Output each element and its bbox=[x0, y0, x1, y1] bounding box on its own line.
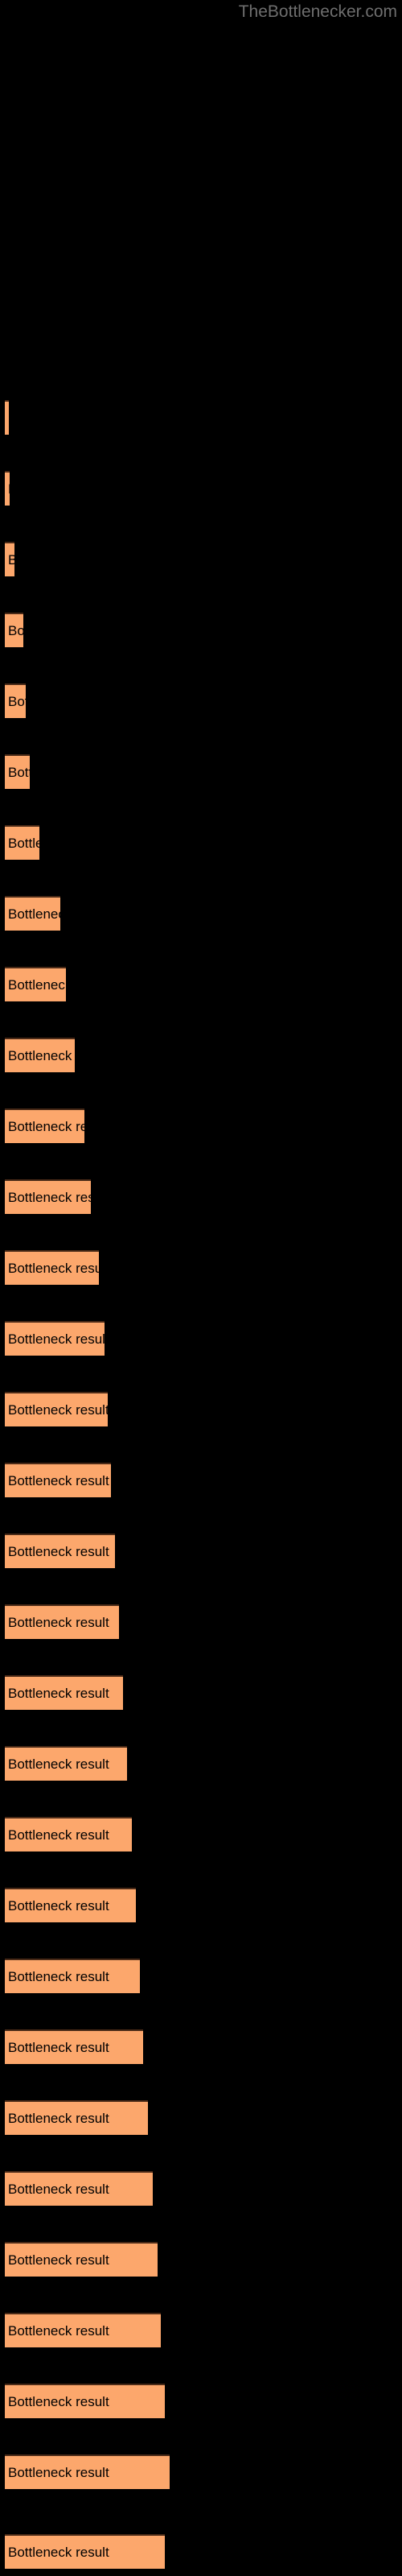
bar-row: Bottleneck result bbox=[0, 1604, 402, 1640]
bar-label: Bottleneck result bbox=[8, 1047, 75, 1063]
bar-label: Bottleneck result bbox=[8, 2393, 109, 2409]
bar[interactable]: Bottleneck result bbox=[5, 1392, 108, 1426]
bar[interactable]: Bottleneck result bbox=[5, 471, 10, 506]
bar-label: Bottleneck result bbox=[8, 1968, 109, 1984]
bar-label: Bottleneck result bbox=[8, 764, 30, 780]
bar[interactable]: Bottleneck result bbox=[5, 2384, 165, 2418]
bar-label: Bottleneck result bbox=[8, 481, 10, 497]
bar-label: Bottleneck result bbox=[8, 1472, 109, 1488]
bar[interactable]: Bottleneck result bbox=[5, 2029, 143, 2064]
bar-row: Bottleneck result bbox=[0, 2100, 402, 2136]
bar-row: Bottleneck result bbox=[0, 1888, 402, 1923]
bar-row: Bottleneck result bbox=[0, 1038, 402, 1073]
bar-row: Bottleneck result bbox=[0, 2454, 402, 2490]
bar-row: Bottleneck result bbox=[0, 1321, 402, 1356]
bar-label: Bottleneck result bbox=[8, 1685, 109, 1701]
bar-label: Bottleneck result bbox=[8, 411, 9, 427]
bar-row: Bottleneck result bbox=[0, 1534, 402, 1569]
bar-row: Bottleneck result bbox=[0, 1746, 402, 1781]
bar-row: Bottleneck result bbox=[0, 1675, 402, 1711]
bar-row: Bottleneck result bbox=[0, 2242, 402, 2277]
bar[interactable]: Bottleneck result bbox=[5, 754, 30, 789]
bar[interactable]: Bottleneck result bbox=[5, 967, 66, 1001]
bar-row: Bottleneck result bbox=[0, 825, 402, 861]
bar[interactable]: Bottleneck result bbox=[5, 2534, 165, 2569]
bar-row: Bottleneck result bbox=[0, 1959, 402, 1994]
bar-row: Bottleneck result bbox=[0, 1250, 402, 1286]
bar-row: Bottleneck result bbox=[0, 2313, 402, 2348]
bar-label: Bottleneck result bbox=[8, 2039, 109, 2055]
bar-row: Bottleneck result bbox=[0, 1463, 402, 1498]
bar-row: Bottleneck result bbox=[0, 967, 402, 1002]
chart-page: TheBottlenecker.com Bottleneck resultBot… bbox=[0, 0, 402, 2576]
bar-label: Bottleneck result bbox=[8, 2322, 109, 2339]
bar[interactable]: Bottleneck result bbox=[5, 896, 60, 931]
bar-label: Bottleneck result bbox=[8, 1402, 108, 1418]
bar-row: Bottleneck result bbox=[0, 1392, 402, 1427]
bar[interactable]: Bottleneck result bbox=[5, 1321, 105, 1356]
bar-row: Bottleneck result bbox=[0, 2534, 402, 2570]
bar-label: Bottleneck result bbox=[8, 2252, 109, 2268]
bar-label: Bottleneck result bbox=[8, 1897, 109, 1913]
bar-row: Bottleneck result bbox=[0, 683, 402, 719]
bar-row: Bottleneck result bbox=[0, 613, 402, 648]
bar-row: Bottleneck result bbox=[0, 1179, 402, 1215]
bar-label: Bottleneck result bbox=[8, 1827, 109, 1843]
bar[interactable]: Bottleneck result bbox=[5, 613, 23, 647]
bar[interactable]: Bottleneck result bbox=[5, 1534, 115, 1568]
bar[interactable]: Bottleneck result bbox=[5, 825, 39, 860]
bar-row: Bottleneck result bbox=[0, 2384, 402, 2419]
bar-label: Bottleneck result bbox=[8, 1189, 91, 1205]
bar[interactable]: Bottleneck result bbox=[5, 542, 14, 576]
bar-label: Bottleneck result bbox=[8, 1543, 109, 1559]
bar[interactable]: Bottleneck result bbox=[5, 1463, 111, 1497]
bar[interactable]: Bottleneck result bbox=[5, 1038, 75, 1072]
bar-label: Bottleneck result bbox=[8, 552, 14, 568]
horizontal-bar-chart: Bottleneck result Bottleneck result Bottle… bbox=[0, 0, 402, 2576]
bar[interactable]: Bottleneck result bbox=[5, 1108, 84, 1143]
bar-label: Bottleneck result bbox=[8, 1756, 109, 1772]
bar[interactable]: Bottleneck result bbox=[5, 1817, 132, 1852]
bar-label: Bottleneck result bbox=[8, 1614, 109, 1630]
bar-label: Bottleneck result bbox=[8, 1331, 105, 1347]
bar-label: Bottleneck result bbox=[8, 906, 60, 922]
bar-row: Bottleneck result bbox=[0, 1817, 402, 1852]
bar[interactable]: Bottleneck result bbox=[5, 2454, 170, 2489]
bar-row: Bottleneck result bbox=[0, 542, 402, 577]
bar[interactable]: Bottleneck result bbox=[5, 2171, 153, 2206]
bar[interactable]: Bottleneck result bbox=[5, 1746, 127, 1781]
bar[interactable]: Bottleneck result bbox=[5, 400, 9, 435]
bar[interactable]: Bottleneck result bbox=[5, 2313, 161, 2347]
bar-row: Bottleneck result bbox=[0, 896, 402, 931]
bar-label: Bottleneck result bbox=[8, 976, 66, 993]
bar[interactable]: Bottleneck result bbox=[5, 1888, 136, 1922]
bar-label: Bottleneck result bbox=[8, 835, 39, 851]
bar-label: Bottleneck result bbox=[8, 1118, 84, 1134]
bar-label: Bottleneck result bbox=[8, 2464, 109, 2480]
bar[interactable]: Bottleneck result bbox=[5, 1675, 123, 1710]
bar-label: Bottleneck result bbox=[8, 2181, 109, 2197]
bar[interactable]: Bottleneck result bbox=[5, 1250, 99, 1285]
bar[interactable]: Bottleneck result bbox=[5, 1959, 140, 1993]
bar[interactable]: Bottleneck result bbox=[5, 1604, 119, 1639]
bar-label: Bottleneck result bbox=[8, 2110, 109, 2126]
bar[interactable]: Bottleneck result bbox=[5, 2242, 158, 2277]
bar-row: Bottleneck result bbox=[0, 1108, 402, 1144]
bar-row: Bottleneck result bbox=[0, 400, 402, 436]
bar[interactable]: Bottleneck result bbox=[5, 683, 26, 718]
bar-row: Bottleneck result bbox=[0, 2029, 402, 2065]
bar-label: Bottleneck result bbox=[8, 622, 23, 638]
bar[interactable]: Bottleneck result bbox=[5, 2100, 148, 2135]
bar[interactable]: Bottleneck result bbox=[5, 1179, 91, 1214]
bar-label: Bottleneck result bbox=[8, 693, 26, 709]
bar-row: Bottleneck result bbox=[0, 2171, 402, 2207]
bar-label: Bottleneck result bbox=[8, 1260, 99, 1276]
bar-row: Bottleneck result bbox=[0, 471, 402, 506]
bar-label: Bottleneck result bbox=[8, 2544, 109, 2560]
bar-row: Bottleneck result bbox=[0, 754, 402, 790]
